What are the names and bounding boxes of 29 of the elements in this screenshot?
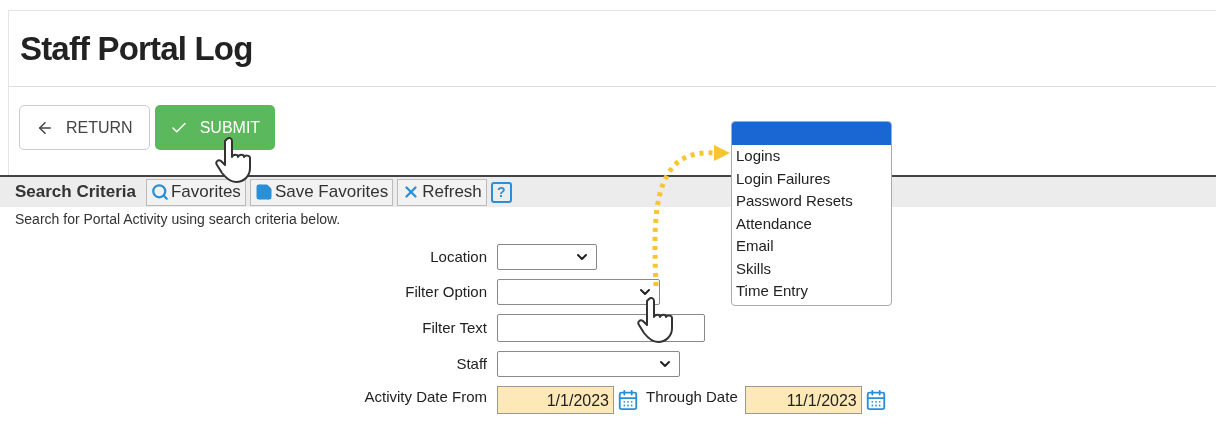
dropdown-option[interactable]: Time Entry (732, 280, 891, 303)
dropdown-option[interactable]: Logins (732, 145, 891, 168)
dropdown-option[interactable]: Email (732, 235, 891, 258)
field-label: Filter Text (421, 317, 488, 338)
page-title: Staff Portal Log (20, 28, 253, 69)
return-button[interactable]: RETURN (19, 105, 150, 150)
save-icon (254, 183, 273, 201)
search-icon (150, 183, 169, 201)
calendar-icon[interactable] (864, 389, 887, 411)
dropdown-option[interactable]: Login Failures (732, 167, 891, 190)
select-field[interactable] (497, 244, 597, 270)
field-label: Staff (455, 353, 488, 374)
calendar-icon[interactable] (617, 389, 639, 411)
dropdown-option[interactable]: Attendance (732, 212, 891, 235)
select-field[interactable] (497, 351, 680, 377)
date-field[interactable]: 1/1/2023 (497, 386, 614, 414)
save-favorites-button[interactable]: Save Favorites (249, 178, 394, 206)
section-title: Search Criteria (15, 181, 136, 204)
select-field[interactable] (497, 279, 660, 305)
field-label: Location (429, 246, 488, 267)
dropdown-option[interactable]: Password Resets (732, 190, 891, 213)
field-label: Activity Date From (363, 387, 488, 407)
date-field[interactable]: 11/1/2023 (744, 386, 862, 414)
field-label: Through Date (646, 387, 738, 407)
dropdown-option[interactable]: Skills (732, 257, 891, 280)
refresh-button[interactable]: Refresh (397, 178, 487, 206)
description-text: Search for Portal Activity using search criteria below. (15, 210, 341, 229)
favorites-button[interactable]: Favorites (145, 178, 246, 206)
field-label: Filter Option (404, 281, 488, 302)
